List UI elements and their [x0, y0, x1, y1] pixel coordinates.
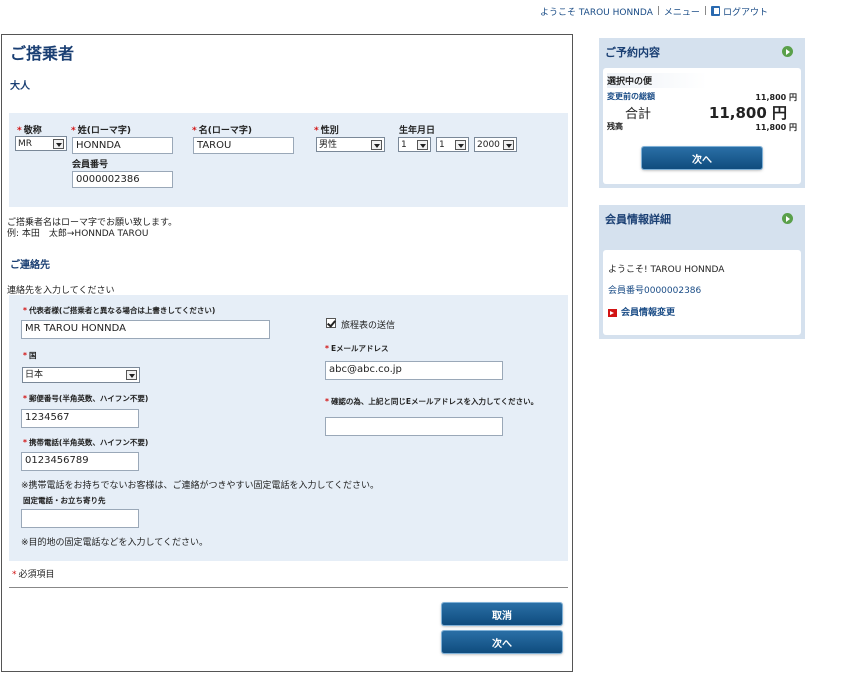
fixed-phone-input[interactable] — [21, 509, 139, 528]
representative-label: * 代表者様(ご搭乗者と異なる場合は上書きしてください) — [23, 306, 216, 315]
selected-flight-label: 選択中の便 — [607, 73, 707, 88]
cancel-button[interactable]: 取消 — [442, 603, 562, 625]
logout-icon[interactable] — [710, 6, 720, 16]
passenger-type: 大人 — [10, 81, 30, 92]
country-select[interactable]: 日本 — [22, 367, 140, 383]
country-label: * 国 — [23, 351, 37, 360]
reservation-panel: ご予約内容 選択中の便 変更前の総額 11,800 円 合計 11,800 円 … — [599, 38, 805, 188]
last-name-input[interactable]: HONNDA — [72, 137, 173, 154]
member-welcome: ようこそ! TAROU HONNDA — [608, 265, 725, 275]
chevron-down-icon — [126, 370, 137, 380]
email-confirm-label: * 確認の為、上記と同じEメールアドレスを入力してください。 — [325, 397, 539, 406]
menu-link[interactable]: メニュー — [664, 5, 700, 18]
zip-label: * 郵便番号(半角英数、ハイフン不要) — [23, 394, 149, 403]
representative-input[interactable]: MR TAROU HONNDA — [21, 320, 270, 339]
birthdate-label: 生年月日 — [399, 126, 436, 136]
title-label: * 敬称 — [17, 126, 42, 136]
logout-link[interactable]: ログアウト — [723, 5, 768, 18]
member-title: 会員情報詳細 — [605, 213, 671, 226]
before-total-label: 変更前の総額 — [607, 92, 655, 101]
email-label: * Eメールアドレス — [325, 344, 389, 353]
mobile-label: * 携帯電話(半角英数、ハイフン不要) — [23, 438, 149, 447]
chevron-down-icon — [455, 140, 466, 150]
welcome-text: ようこそ TAROU HONNDA — [540, 7, 653, 18]
fixed-phone-note: ※目的地の固定電話などを入力してください。 — [21, 538, 209, 548]
total-value: 11,800 円 — [708, 104, 787, 122]
chevron-down-icon — [417, 140, 428, 150]
balance-label: 残高 — [607, 122, 623, 131]
mobile-input[interactable]: 0123456789 — [21, 452, 139, 471]
separator: | — [656, 6, 660, 16]
sidebar-next-button[interactable]: 次へ — [642, 147, 762, 169]
last-name-label: * 姓(ローマ字) — [71, 126, 131, 136]
reservation-title: ご予約内容 — [605, 46, 660, 59]
itinerary-label: 旅程表の送信 — [341, 321, 396, 331]
member-number: 会員番号0000002386 — [608, 286, 702, 296]
top-bar: ようこそ TAROU HONNDA | メニュー | ログアウト — [540, 4, 768, 18]
arrow-right-icon[interactable] — [782, 46, 793, 57]
page-title: ご搭乗者 — [10, 44, 75, 63]
balance-value: 11,800 円 — [755, 123, 797, 132]
member-change-link[interactable]: 会員情報変更 — [608, 305, 675, 318]
email-input[interactable]: abc@abc.co.jp — [325, 361, 503, 380]
contact-section-title: ご連絡先 — [10, 260, 50, 271]
arrow-right-icon[interactable] — [782, 213, 793, 224]
birth-year-select[interactable]: 2000 — [474, 137, 517, 152]
birth-day-select[interactable]: 1 — [436, 137, 469, 152]
chevron-down-icon — [503, 140, 514, 150]
first-name-input[interactable]: TAROU — [193, 137, 294, 154]
passenger-box: * 敬称 MR * 姓(ローマ字) HONNDA * 名(ローマ字) TAROU * 性… — [9, 113, 568, 207]
member-number-input[interactable]: 0000002386 — [72, 171, 173, 188]
member-panel: 会員情報詳細 ようこそ! TAROU HONNDA 会員番号0000002386… — [599, 205, 805, 339]
zip-input[interactable]: 1234567 — [21, 409, 139, 428]
honorific-select[interactable]: MR — [15, 136, 67, 151]
fixed-phone-label: 固定電話・お立ち寄り先 — [23, 496, 106, 505]
first-name-label: * 名(ローマ字) — [192, 126, 252, 136]
gender-label: * 性別 — [314, 126, 339, 136]
separator: | — [703, 6, 707, 16]
required-note: * 必須項目 — [12, 570, 55, 580]
mobile-note: ※携帯電話をお持ちでないお客様は、ご連絡がつきやすい固定電話を入力してください。 — [21, 481, 380, 491]
next-button[interactable]: 次へ — [442, 631, 562, 653]
member-inner: ようこそ! TAROU HONNDA 会員番号0000002386 会員情報変更 — [603, 250, 801, 335]
chevron-down-icon — [53, 139, 64, 149]
email-confirm-input[interactable] — [325, 417, 503, 436]
reservation-inner: 選択中の便 変更前の総額 11,800 円 合計 11,800 円 残高 11,… — [603, 68, 801, 184]
contact-box: * 代表者様(ご搭乗者と異なる場合は上書きしてください) MR TAROU HON… — [9, 295, 568, 561]
main-form-panel: ご搭乗者 大人 * 敬称 MR * 姓(ローマ字) HONNDA * 名(ローマ字) … — [1, 34, 573, 672]
total-label: 合計 — [625, 107, 652, 122]
member-number-label: 会員番号 — [72, 160, 109, 170]
gender-select[interactable]: 男性 — [316, 137, 385, 152]
chevron-down-icon — [371, 140, 382, 150]
romaji-example: 例: 本田 太郎→HONNDA TAROU — [7, 229, 149, 239]
arrow-right-icon — [608, 308, 617, 317]
itinerary-checkbox[interactable] — [326, 318, 336, 328]
birth-month-select[interactable]: 1 — [398, 137, 431, 152]
divider — [9, 587, 568, 588]
